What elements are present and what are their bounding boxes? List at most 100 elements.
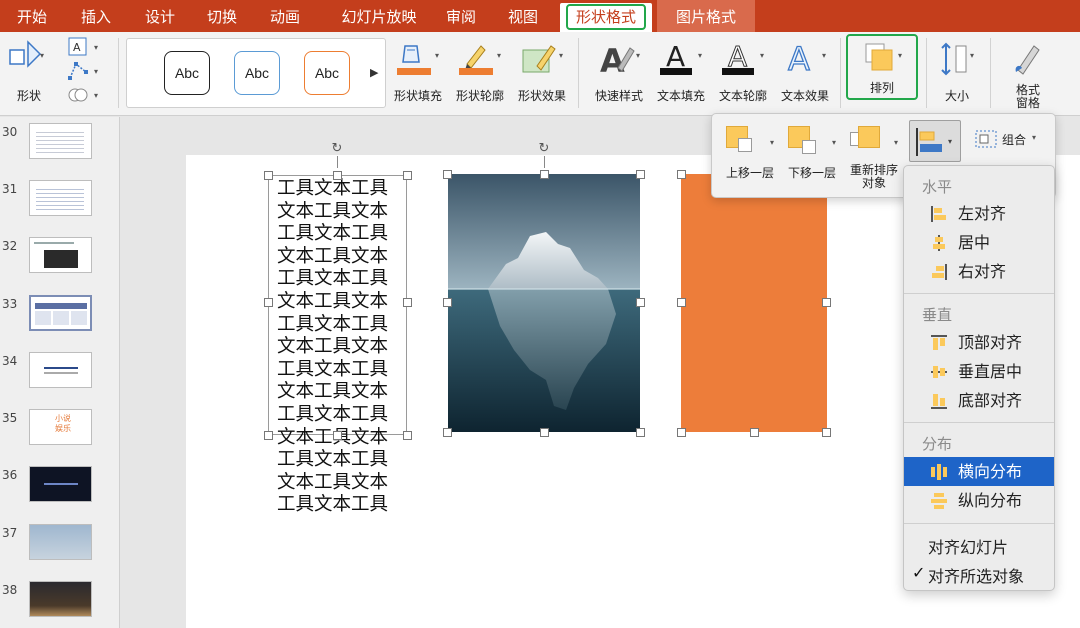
resize-handle[interactable] — [750, 428, 759, 437]
send-backward-button[interactable]: ▾ 下移一层 — [782, 122, 840, 192]
align-to-slide-item[interactable]: 对齐幻灯片 — [928, 534, 1008, 558]
tab-transitions[interactable]: 切换 — [194, 0, 250, 32]
align-middle-item[interactable]: 垂直居中 — [904, 357, 1054, 386]
align-top-item[interactable]: 顶部对齐 — [904, 328, 1054, 357]
slide-thumbnail[interactable]: 小说 娱乐 — [29, 409, 92, 445]
svg-text:▾: ▾ — [970, 51, 974, 60]
resize-handle[interactable] — [677, 170, 686, 179]
resize-handle[interactable] — [636, 428, 645, 437]
bring-forward-icon-back — [738, 138, 752, 152]
text-box-content[interactable]: 工具文本工具文本工具文本工具文本工具文本工具文本工具文本工具文本工具文本工具文本… — [277, 178, 401, 517]
resize-handle[interactable] — [677, 428, 686, 437]
tab-picture-format[interactable]: 图片格式 — [657, 0, 755, 32]
format-pane-button[interactable]: 格式 窗格 — [1004, 38, 1052, 110]
slide-thumbnail[interactable] — [29, 123, 92, 159]
align-button[interactable]: ▾ — [909, 120, 961, 162]
arrange-button[interactable]: ▾ 排列 — [850, 38, 914, 96]
resize-handle[interactable] — [403, 431, 412, 440]
slide-thumbnail[interactable] — [29, 581, 92, 617]
tab-view[interactable]: 视图 — [495, 0, 551, 32]
send-backward-icon-front — [802, 140, 816, 154]
tab-animations[interactable]: 动画 — [257, 0, 313, 32]
reorder-objects-button[interactable]: ▾ 重新排序 对象 — [844, 122, 904, 198]
resize-handle[interactable] — [264, 298, 273, 307]
resize-handle[interactable] — [540, 428, 549, 437]
slide-thumbnail[interactable] — [29, 237, 92, 273]
tab-design[interactable]: 设计 — [132, 0, 188, 32]
shapes-button[interactable]: ▾ 形状 — [4, 38, 54, 104]
rotate-handle-icon[interactable]: ↻ — [537, 142, 551, 156]
resize-handle[interactable] — [636, 170, 645, 179]
resize-handle[interactable] — [403, 298, 412, 307]
align-selected-objects-item[interactable]: 对齐所选对象 — [928, 563, 1024, 587]
text-box-shape[interactable]: 工具文本工具文本工具文本工具文本工具文本工具文本工具文本工具文本工具文本工具文本… — [268, 175, 407, 515]
menu-divider — [904, 523, 1054, 524]
shape-styles-gallery[interactable]: Abc Abc Abc ▶ — [126, 38, 386, 108]
distribute-horizontally-item[interactable]: 横向分布 — [904, 457, 1054, 486]
resize-handle[interactable] — [443, 170, 452, 179]
gallery-next-arrow-icon[interactable]: ▶ — [370, 66, 378, 79]
slide-number: 33 — [2, 297, 18, 311]
resize-handle[interactable] — [264, 431, 273, 440]
quick-styles-button[interactable]: A ▾ 快速样式 — [590, 38, 648, 104]
resize-handle[interactable] — [636, 298, 645, 307]
text-effects-button[interactable]: A ▾ 文本效果 — [776, 38, 834, 104]
tab-slideshow[interactable]: 幻灯片放映 — [325, 0, 433, 32]
chevron-down-icon: ▾ — [770, 138, 775, 147]
shape-fill-button[interactable]: ▾ 形状填充 — [389, 38, 447, 104]
svg-text:▾: ▾ — [760, 51, 764, 60]
text-outline-button[interactable]: A ▾ 文本轮廓 — [714, 38, 772, 104]
slide-thumbnail[interactable] — [29, 352, 92, 388]
svg-text:▾: ▾ — [40, 51, 44, 60]
align-right-item[interactable]: 右对齐 — [904, 257, 1054, 286]
rotate-handle-icon[interactable]: ↻ — [330, 142, 344, 156]
resize-handle[interactable] — [822, 298, 831, 307]
edit-points-icon[interactable]: ▾ — [66, 60, 102, 82]
ribbon-separator — [578, 38, 579, 108]
shape-effects-button[interactable]: ▾ 形状效果 — [513, 38, 571, 104]
text-fill-button[interactable]: A ▾ 文本填充 — [652, 38, 710, 104]
align-center-item[interactable]: 居中 — [904, 228, 1054, 257]
style-sample-orange[interactable]: Abc — [304, 51, 350, 95]
resize-handle[interactable] — [264, 171, 273, 180]
shape-outline-button[interactable]: ▾ 形状轮廓 — [451, 38, 509, 104]
style-sample-black[interactable]: Abc — [164, 51, 210, 95]
text-box-icon[interactable]: A ▾ — [66, 36, 102, 58]
tab-home[interactable]: 开始 — [4, 0, 60, 32]
slide-thumbnail[interactable] — [29, 180, 92, 216]
align-left-item[interactable]: 左对齐 — [904, 199, 1054, 228]
resize-handle[interactable] — [333, 171, 342, 180]
align-bottom-item[interactable]: 底部对齐 — [904, 386, 1054, 415]
distribute-vertically-item[interactable]: 纵向分布 — [904, 486, 1054, 515]
resize-handle[interactable] — [677, 298, 686, 307]
iceberg-picture[interactable] — [448, 174, 640, 432]
resize-handle[interactable] — [403, 171, 412, 180]
merge-shapes-icon[interactable]: ▾ — [66, 84, 102, 106]
style-sample-blue[interactable]: Abc — [234, 51, 280, 95]
orange-rectangle-shape[interactable] — [681, 174, 827, 432]
align-left-icon — [931, 206, 946, 222]
insert-shape-tools: A ▾ ▾ ▾ — [64, 36, 112, 106]
rotation-stem — [544, 156, 545, 168]
resize-handle[interactable] — [443, 298, 452, 307]
shapes-label: 形状 — [16, 89, 41, 103]
bring-forward-button[interactable]: ▾ 上移一层 — [720, 122, 778, 192]
svg-text:▾: ▾ — [636, 51, 640, 60]
resize-handle[interactable] — [333, 431, 342, 440]
resize-handle[interactable] — [443, 428, 452, 437]
align-bottom-label: 底部对齐 — [958, 391, 1023, 410]
resize-handle[interactable] — [540, 170, 549, 179]
tab-review[interactable]: 审阅 — [433, 0, 489, 32]
slide-number: 38 — [2, 583, 18, 597]
tab-shape-format[interactable]: 形状格式 — [560, 3, 652, 32]
resize-handle[interactable] — [822, 428, 831, 437]
slide-number: 30 — [2, 125, 18, 139]
slide-thumbnail[interactable] — [29, 524, 92, 560]
size-button[interactable]: ▾ 大小 — [934, 38, 980, 104]
slide-thumbnail-pane[interactable]: 30 31 32 33 34 35 小说 娱乐 36 37 38 — [0, 117, 120, 628]
tab-insert[interactable]: 插入 — [68, 0, 124, 32]
slide-thumbnail[interactable] — [29, 295, 92, 331]
group-button[interactable]: 组合 ▾ — [970, 128, 1050, 152]
svg-text:▾: ▾ — [698, 51, 702, 60]
slide-thumbnail[interactable] — [29, 466, 92, 502]
